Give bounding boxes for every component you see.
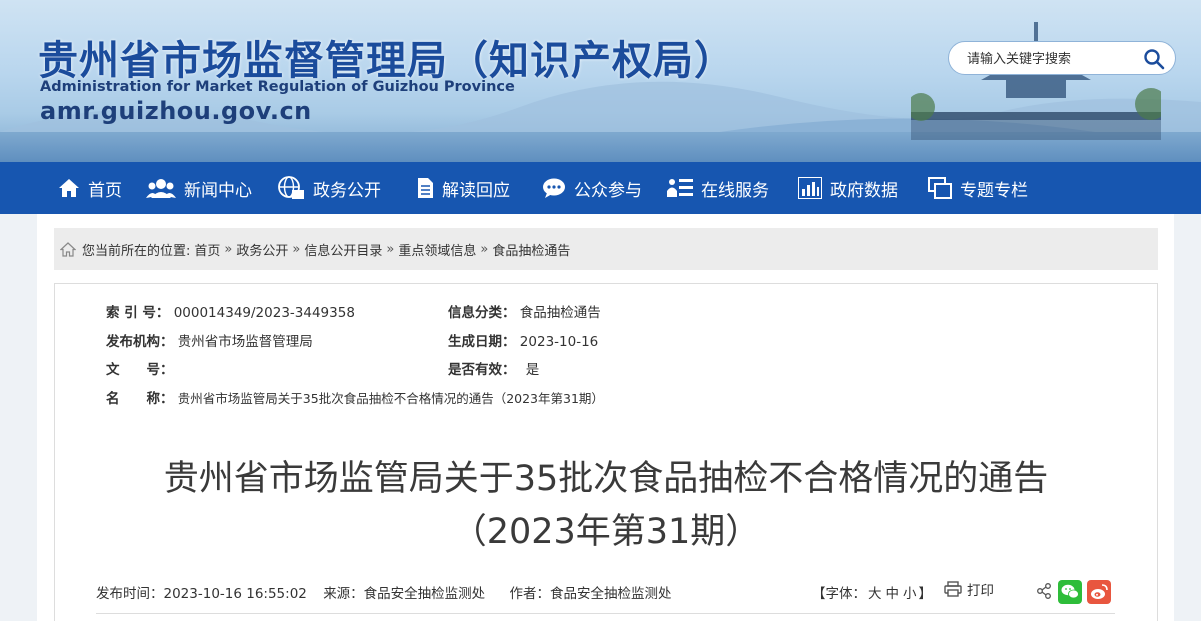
meta-category-value: 食品抽检通告 — [519, 305, 601, 321]
weibo-icon — [1091, 584, 1108, 599]
site-title: 贵州省市场监督管理局（知识产权局） — [38, 38, 735, 84]
nav-label: 公众参与 — [574, 180, 642, 201]
meta-name-value: 贵州省市场监管局关于35批次食品抽检不合格情况的通告（2023年第31期） — [177, 391, 604, 406]
meta-valid-label: 是否有效： — [448, 362, 516, 378]
nav-item-online-service[interactable]: 在线服务 — [667, 162, 769, 214]
font-size-prefix: 【字体： — [812, 586, 866, 602]
nav-item-gov-affairs[interactable]: 政务公开 — [277, 162, 381, 214]
nav-label: 在线服务 — [701, 180, 769, 201]
nav-label: 政务公开 — [313, 180, 381, 201]
nav-label: 专题专栏 — [960, 180, 1028, 201]
search-icon[interactable] — [1143, 48, 1165, 70]
meta-name: 名 称： 贵州省市场监管局关于35批次食品抽检不合格情况的通告（2023年第31… — [106, 387, 604, 407]
site-header: 贵州省市场监督管理局（知识产权局） Administration for Mar… — [0, 0, 1201, 162]
site-title-english: Administration for Market Regulation of … — [40, 79, 515, 95]
breadcrumb-separator: » — [224, 241, 233, 257]
meta-category-label: 信息分类： — [448, 305, 516, 321]
meta-valid: 是否有效： 是 — [448, 358, 539, 378]
print-button[interactable]: 打印 — [944, 579, 994, 599]
font-size-large[interactable]: 大 — [868, 586, 882, 602]
meta-publisher-value: 贵州省市场监督管理局 — [177, 334, 313, 350]
breadcrumb: 您当前所在的位置: 首页 » 政务公开 » 信息公开目录 » 重点领域信息 » … — [54, 228, 1158, 270]
breadcrumb-key-areas[interactable]: 重点领域信息 — [398, 240, 476, 259]
wechat-share-icon[interactable] — [1058, 580, 1082, 604]
pavilion-illustration — [911, 22, 1161, 140]
nav-label: 新闻中心 — [184, 180, 252, 201]
nav-item-special-topics[interactable]: 专题专栏 — [928, 162, 1028, 214]
wechat-icon — [1061, 584, 1079, 599]
nav-item-news[interactable]: 新闻中心 — [146, 162, 252, 214]
print-label: 打印 — [967, 583, 994, 599]
article-author: 作者：食品安全抽检监测处 — [509, 586, 672, 602]
meta-index-label: 索 引 号： — [106, 305, 170, 321]
meta-index-value: 000014349/2023-3449358 — [173, 305, 355, 321]
breadcrumb-separator: » — [480, 241, 489, 257]
nav-item-gov-data[interactable]: 政府数据 — [798, 162, 898, 214]
meta-valid-value: 是 — [525, 362, 540, 378]
breadcrumb-separator: » — [292, 241, 301, 257]
article-source: 来源：食品安全抽检监测处 — [323, 586, 486, 602]
meta-date-value: 2023-10-16 — [519, 334, 599, 350]
main-nav: 首页 新闻中心 政务公开 解读回应 公众参与 在线服务 政府数据 专题专栏 — [0, 162, 1201, 214]
meta-date-label: 生成日期： — [448, 334, 516, 350]
meta-date: 生成日期： 2023-10-16 — [448, 330, 598, 350]
meta-docno: 文 号： — [106, 358, 174, 378]
font-size-control: 【字体：大中小】 — [812, 582, 932, 602]
list-icon — [667, 179, 693, 197]
meta-publisher: 发布机构： 贵州省市场监督管理局 — [106, 330, 313, 350]
font-size-small[interactable]: 小 — [903, 586, 917, 602]
search-box — [948, 41, 1176, 75]
search-input[interactable] — [967, 49, 1137, 69]
meta-name-label: 名 称： — [106, 391, 174, 407]
people-icon — [146, 179, 176, 198]
nav-label: 解读回应 — [442, 180, 510, 201]
breadcrumb-info-catalog[interactable]: 信息公开目录 — [304, 240, 382, 259]
breadcrumb-home[interactable]: 首页 — [194, 240, 220, 259]
breadcrumb-gov-affairs[interactable]: 政务公开 — [236, 240, 288, 259]
breadcrumb-separator: » — [386, 241, 395, 257]
site-url: amr.guizhou.gov.cn — [40, 97, 312, 125]
nav-label: 政府数据 — [830, 180, 898, 201]
window-icon — [928, 177, 952, 199]
home-outline-icon — [60, 241, 76, 257]
share-icon[interactable] — [1036, 583, 1052, 599]
article-info: 发布时间：2023-10-16 16:55:02 来源：食品安全抽检监测处 作者… — [96, 582, 683, 602]
printer-icon — [944, 581, 962, 597]
bar-chart-icon — [798, 177, 822, 199]
weibo-share-icon[interactable] — [1087, 580, 1111, 604]
font-size-medium[interactable]: 中 — [886, 586, 900, 602]
info-divider — [96, 613, 1115, 614]
breadcrumb-prefix: 您当前所在的位置: — [82, 243, 191, 259]
nav-label: 首页 — [88, 180, 122, 201]
home-icon — [59, 179, 79, 197]
document-icon — [418, 178, 433, 198]
meta-category: 信息分类： 食品抽检通告 — [448, 301, 601, 321]
meta-publisher-label: 发布机构： — [106, 334, 174, 350]
meta-index: 索 引 号： 000014349/2023-3449358 — [106, 301, 355, 321]
font-size-suffix: 】 — [918, 586, 933, 602]
article-title-line1: 贵州省市场监管局关于35批次食品抽检不合格情况的通告 — [163, 459, 1049, 499]
nav-item-interpretation[interactable]: 解读回应 — [416, 162, 510, 214]
article-title-line2: （2023年第31期） — [451, 512, 761, 552]
breadcrumb-food-notices[interactable]: 食品抽检通告 — [492, 240, 570, 259]
globe-icon — [278, 176, 304, 199]
meta-docno-label: 文 号： — [106, 362, 174, 378]
chat-icon — [543, 178, 565, 198]
nav-item-home[interactable]: 首页 — [58, 162, 122, 214]
publish-time: 发布时间：2023-10-16 16:55:02 — [96, 586, 307, 602]
nav-item-public-participation[interactable]: 公众参与 — [542, 162, 642, 214]
